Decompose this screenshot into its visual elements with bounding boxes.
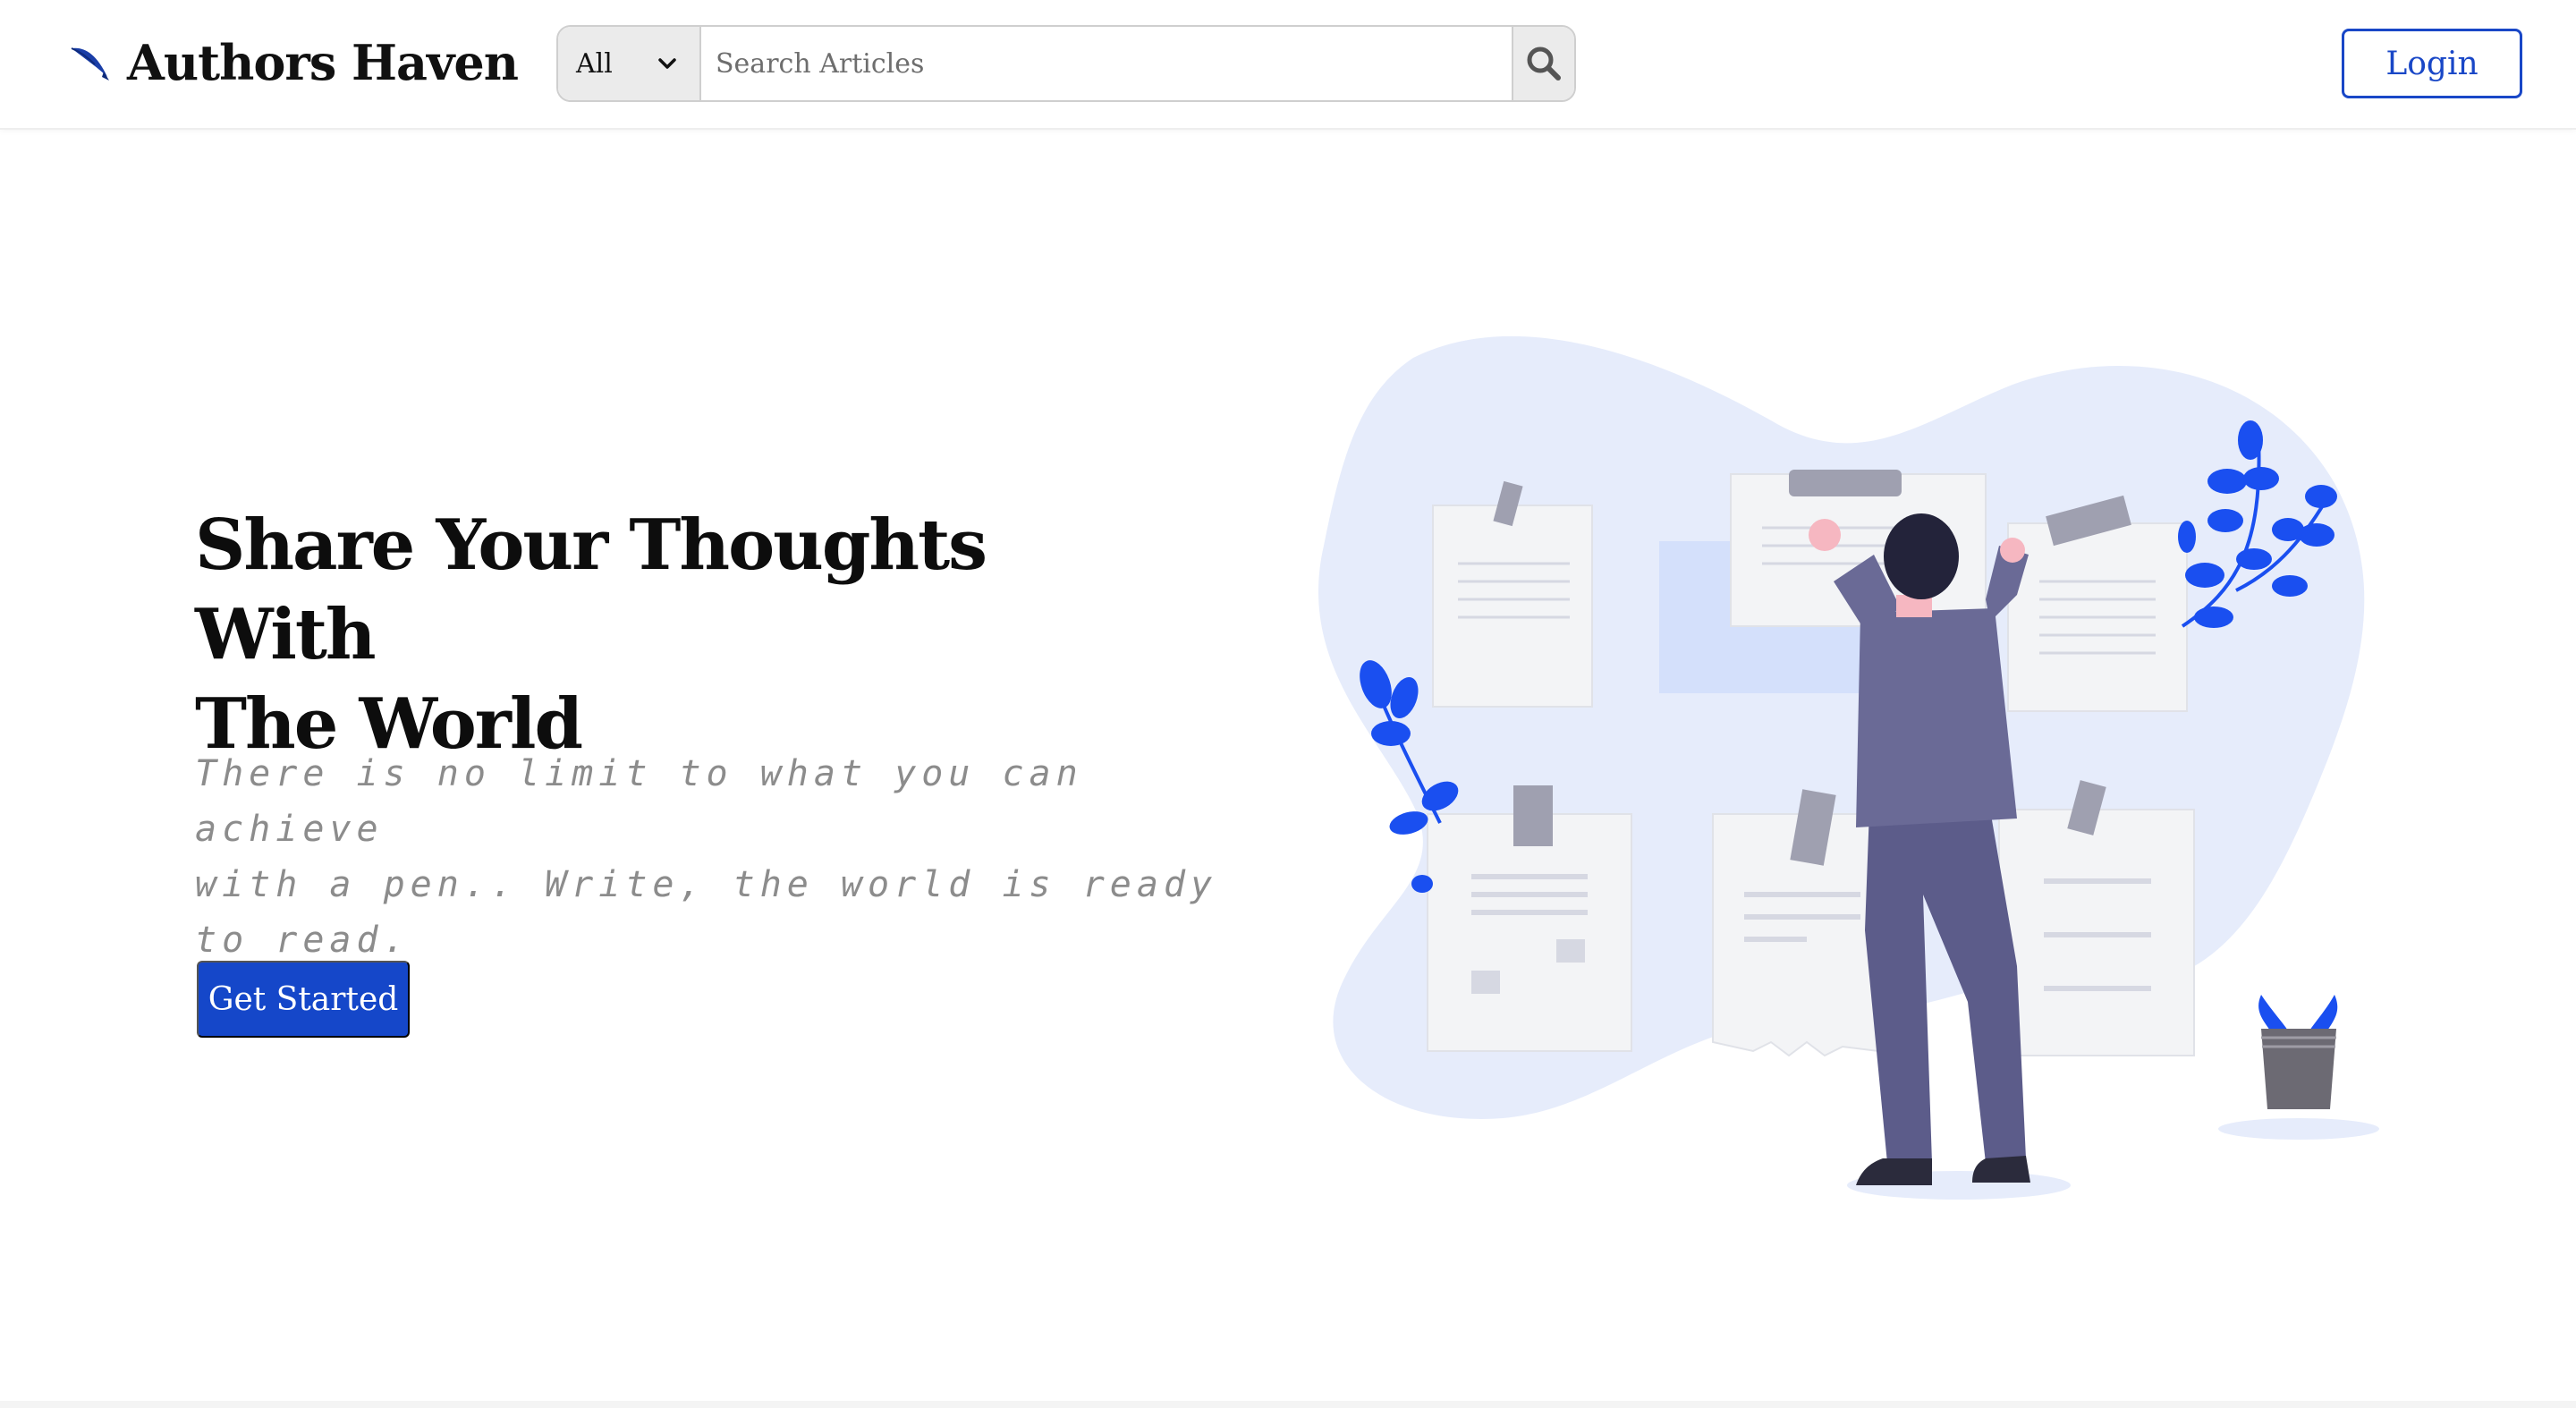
search-input[interactable] — [701, 27, 1512, 100]
hero-subtitle-line1: There is no limit to what you can achiev… — [195, 753, 1083, 850]
login-button[interactable]: Login — [2342, 29, 2522, 98]
hero-subtitle: There is no limit to what you can achiev… — [195, 746, 1268, 968]
get-started-button[interactable]: Get Started — [197, 961, 410, 1038]
paper-bottom-left — [1427, 785, 1632, 1052]
paper-bottom-center — [1712, 789, 1879, 1057]
hero-subtitle-line2: with a pen.. Write, the world is ready t… — [195, 864, 1218, 961]
page-bottom-divider — [0, 1401, 2576, 1408]
paper-top-right — [2007, 495, 2188, 712]
hero-title-line1: Share Your Thoughts With — [195, 505, 987, 675]
search-icon — [1527, 47, 1561, 81]
category-select[interactable]: All — [558, 27, 701, 100]
brand-link[interactable]: Authors Haven — [68, 30, 519, 95]
search-bar: All — [556, 25, 1576, 102]
potted-plant-decoration — [2218, 995, 2379, 1140]
brand-title: Authors Haven — [127, 34, 519, 91]
search-button[interactable] — [1512, 27, 1574, 100]
paper-top-left — [1432, 480, 1593, 708]
man-pinning-documents-illustration — [1318, 335, 2379, 1200]
chevron-down-icon — [658, 58, 676, 69]
hero-title: Share Your Thoughts With The World — [195, 501, 1089, 769]
quill-pen-icon — [71, 47, 109, 81]
paper-bottom-right — [1998, 780, 2195, 1056]
top-navbar: Authors Haven All Login — [0, 0, 2576, 130]
category-select-value: All — [576, 47, 613, 80]
